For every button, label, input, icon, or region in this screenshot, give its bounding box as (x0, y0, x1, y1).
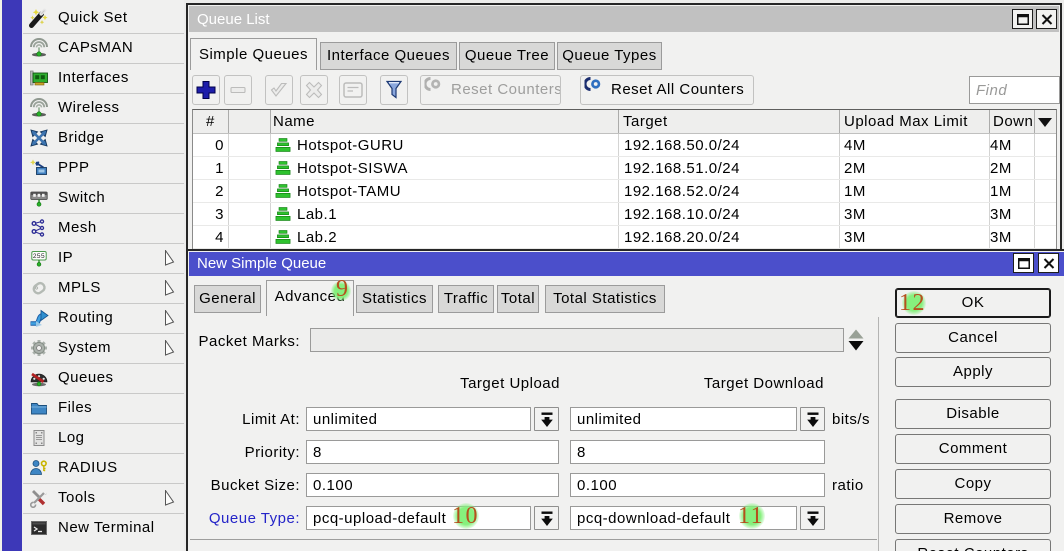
svg-text:255: 255 (33, 253, 45, 260)
